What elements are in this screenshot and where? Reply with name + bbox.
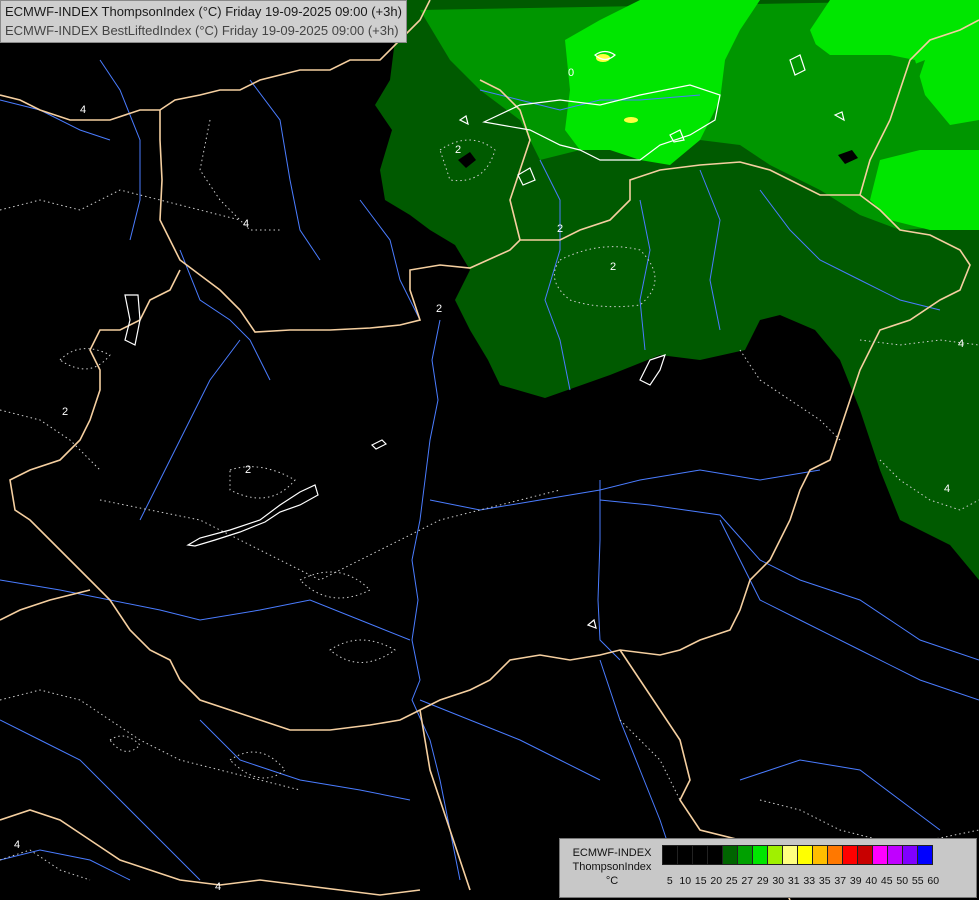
legend-tick: 20	[710, 875, 723, 887]
contour-label: 4	[215, 881, 221, 893]
map-title-primary: ECMWF-INDEX ThompsonIndex (°C) Friday 19…	[5, 4, 402, 19]
legend-swatch	[722, 845, 738, 865]
legend-swatch	[752, 845, 768, 865]
hotspot-yellow-2	[624, 117, 638, 123]
legend-swatch	[827, 845, 843, 865]
map-title-secondary: ECMWF-INDEX BestLiftedIndex (°C) Friday …	[5, 23, 399, 38]
legend-tick: 39	[849, 875, 862, 887]
legend-tick: 45	[880, 875, 893, 887]
weather-map: 4 2 2 2 2 2 2 4 4 4 4 4 0	[0, 0, 979, 900]
contour-label: 4	[14, 839, 20, 851]
legend-tick: 30	[772, 875, 785, 887]
legend-color-bar	[662, 845, 933, 865]
contour-label: 4	[80, 104, 86, 116]
contour-label: 4	[243, 218, 249, 230]
legend-tick: 55	[911, 875, 924, 887]
legend-swatch	[767, 845, 783, 865]
legend-tick: 33	[803, 875, 816, 887]
legend-tick: 50	[896, 875, 909, 887]
legend-tick: 29	[756, 875, 769, 887]
legend-swatch	[737, 845, 753, 865]
contour-label: 2	[455, 144, 461, 156]
contour-label: 2	[610, 261, 616, 273]
legend-title-unit: °C	[605, 875, 619, 887]
contour-label: 4	[944, 483, 950, 495]
legend-swatch	[842, 845, 858, 865]
legend-tick: 27	[741, 875, 754, 887]
legend-swatch	[707, 845, 723, 865]
legend-swatch	[812, 845, 828, 865]
legend-swatch	[677, 845, 693, 865]
legend-tick: 35	[818, 875, 831, 887]
legend-tick: 37	[834, 875, 847, 887]
legend-title-line2: ThompsonIndex	[572, 861, 652, 873]
legend-swatch	[887, 845, 903, 865]
legend-swatch	[692, 845, 708, 865]
contour-label: 0	[568, 67, 574, 79]
legend-swatch	[872, 845, 888, 865]
legend-swatch	[797, 845, 813, 865]
legend-swatch	[917, 845, 933, 865]
legend-tick-labels: 5 10 15 20 25 27 29 30 31 33 35 37 39 40 45 50 55 60	[662, 875, 941, 887]
legend-swatch	[662, 845, 678, 865]
contour-label: 2	[245, 464, 251, 476]
legend-swatch	[782, 845, 798, 865]
legend-tick: 5	[666, 875, 673, 887]
legend-tick: 10	[679, 875, 692, 887]
legend-tick: 31	[787, 875, 800, 887]
legend-tick: 25	[725, 875, 738, 887]
contour-label: 4	[958, 338, 964, 350]
contour-label: 2	[557, 223, 563, 235]
contour-label: 2	[62, 406, 68, 418]
map-title-box: ECMWF-INDEX ThompsonIndex (°C) Friday 19…	[0, 0, 407, 43]
legend-title-line1: ECMWF-INDEX	[572, 847, 652, 859]
legend-tick: 40	[865, 875, 878, 887]
legend-swatch	[857, 845, 873, 865]
legend-tick: 15	[694, 875, 707, 887]
legend-title: ECMWF-INDEX ThompsonIndex °C	[564, 846, 660, 888]
contour-label: 2	[436, 303, 442, 315]
legend-swatch	[902, 845, 918, 865]
color-legend: ECMWF-INDEX ThompsonIndex °C 5 10 15 20 25 27…	[559, 838, 977, 898]
legend-tick: 60	[927, 875, 940, 887]
